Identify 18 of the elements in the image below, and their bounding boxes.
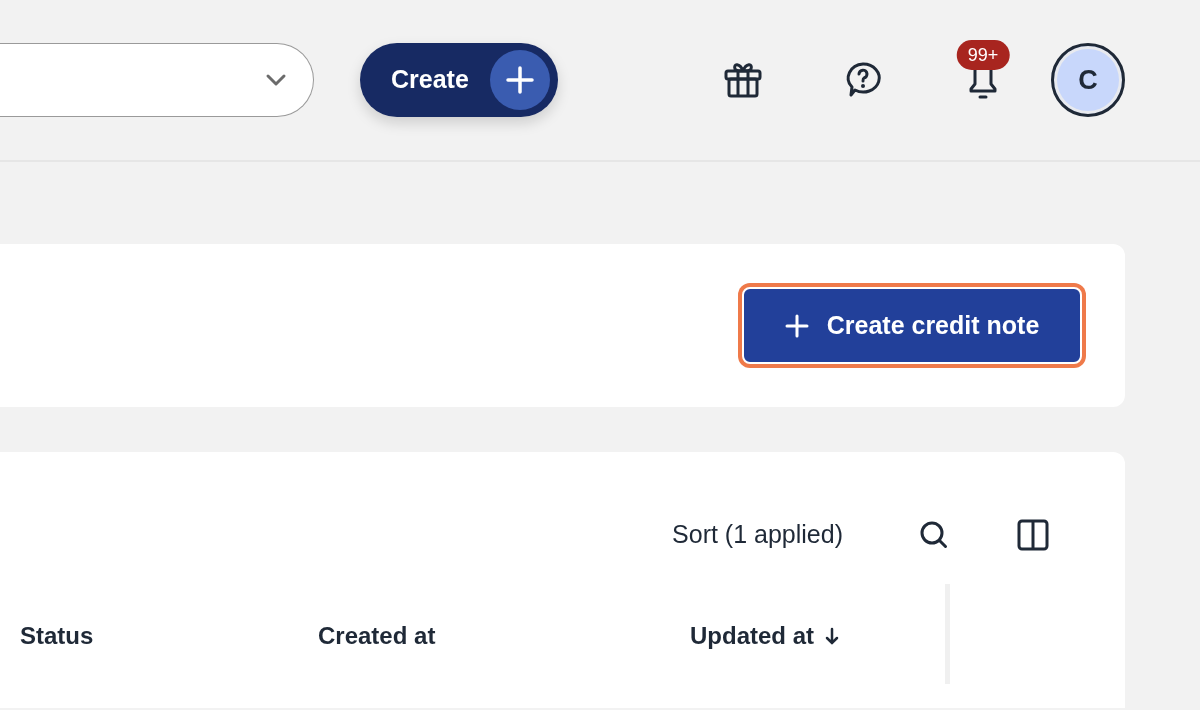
plus-icon bbox=[505, 65, 535, 95]
column-header[interactable]: Updated at bbox=[690, 618, 840, 654]
gift-icon bbox=[723, 61, 763, 99]
sort-button[interactable]: Sort (1 applied) bbox=[672, 516, 843, 554]
plus-icon bbox=[784, 313, 809, 338]
notifications-button[interactable]: 99+ bbox=[923, 30, 1043, 130]
sort-arrow-icon bbox=[824, 626, 840, 646]
notification-count: 99+ bbox=[956, 40, 1010, 70]
select-field[interactable] bbox=[0, 43, 314, 117]
columns-icon bbox=[1017, 519, 1049, 551]
create-button[interactable]: Create bbox=[360, 43, 558, 117]
columns-button[interactable] bbox=[1017, 519, 1049, 551]
chevron-down-icon bbox=[265, 73, 287, 87]
column-header[interactable]: Created at bbox=[318, 618, 436, 654]
column-header[interactable]: Status bbox=[20, 618, 94, 654]
avatar[interactable]: C bbox=[1051, 43, 1125, 117]
search-icon bbox=[919, 520, 949, 550]
search-button[interactable] bbox=[919, 520, 949, 550]
